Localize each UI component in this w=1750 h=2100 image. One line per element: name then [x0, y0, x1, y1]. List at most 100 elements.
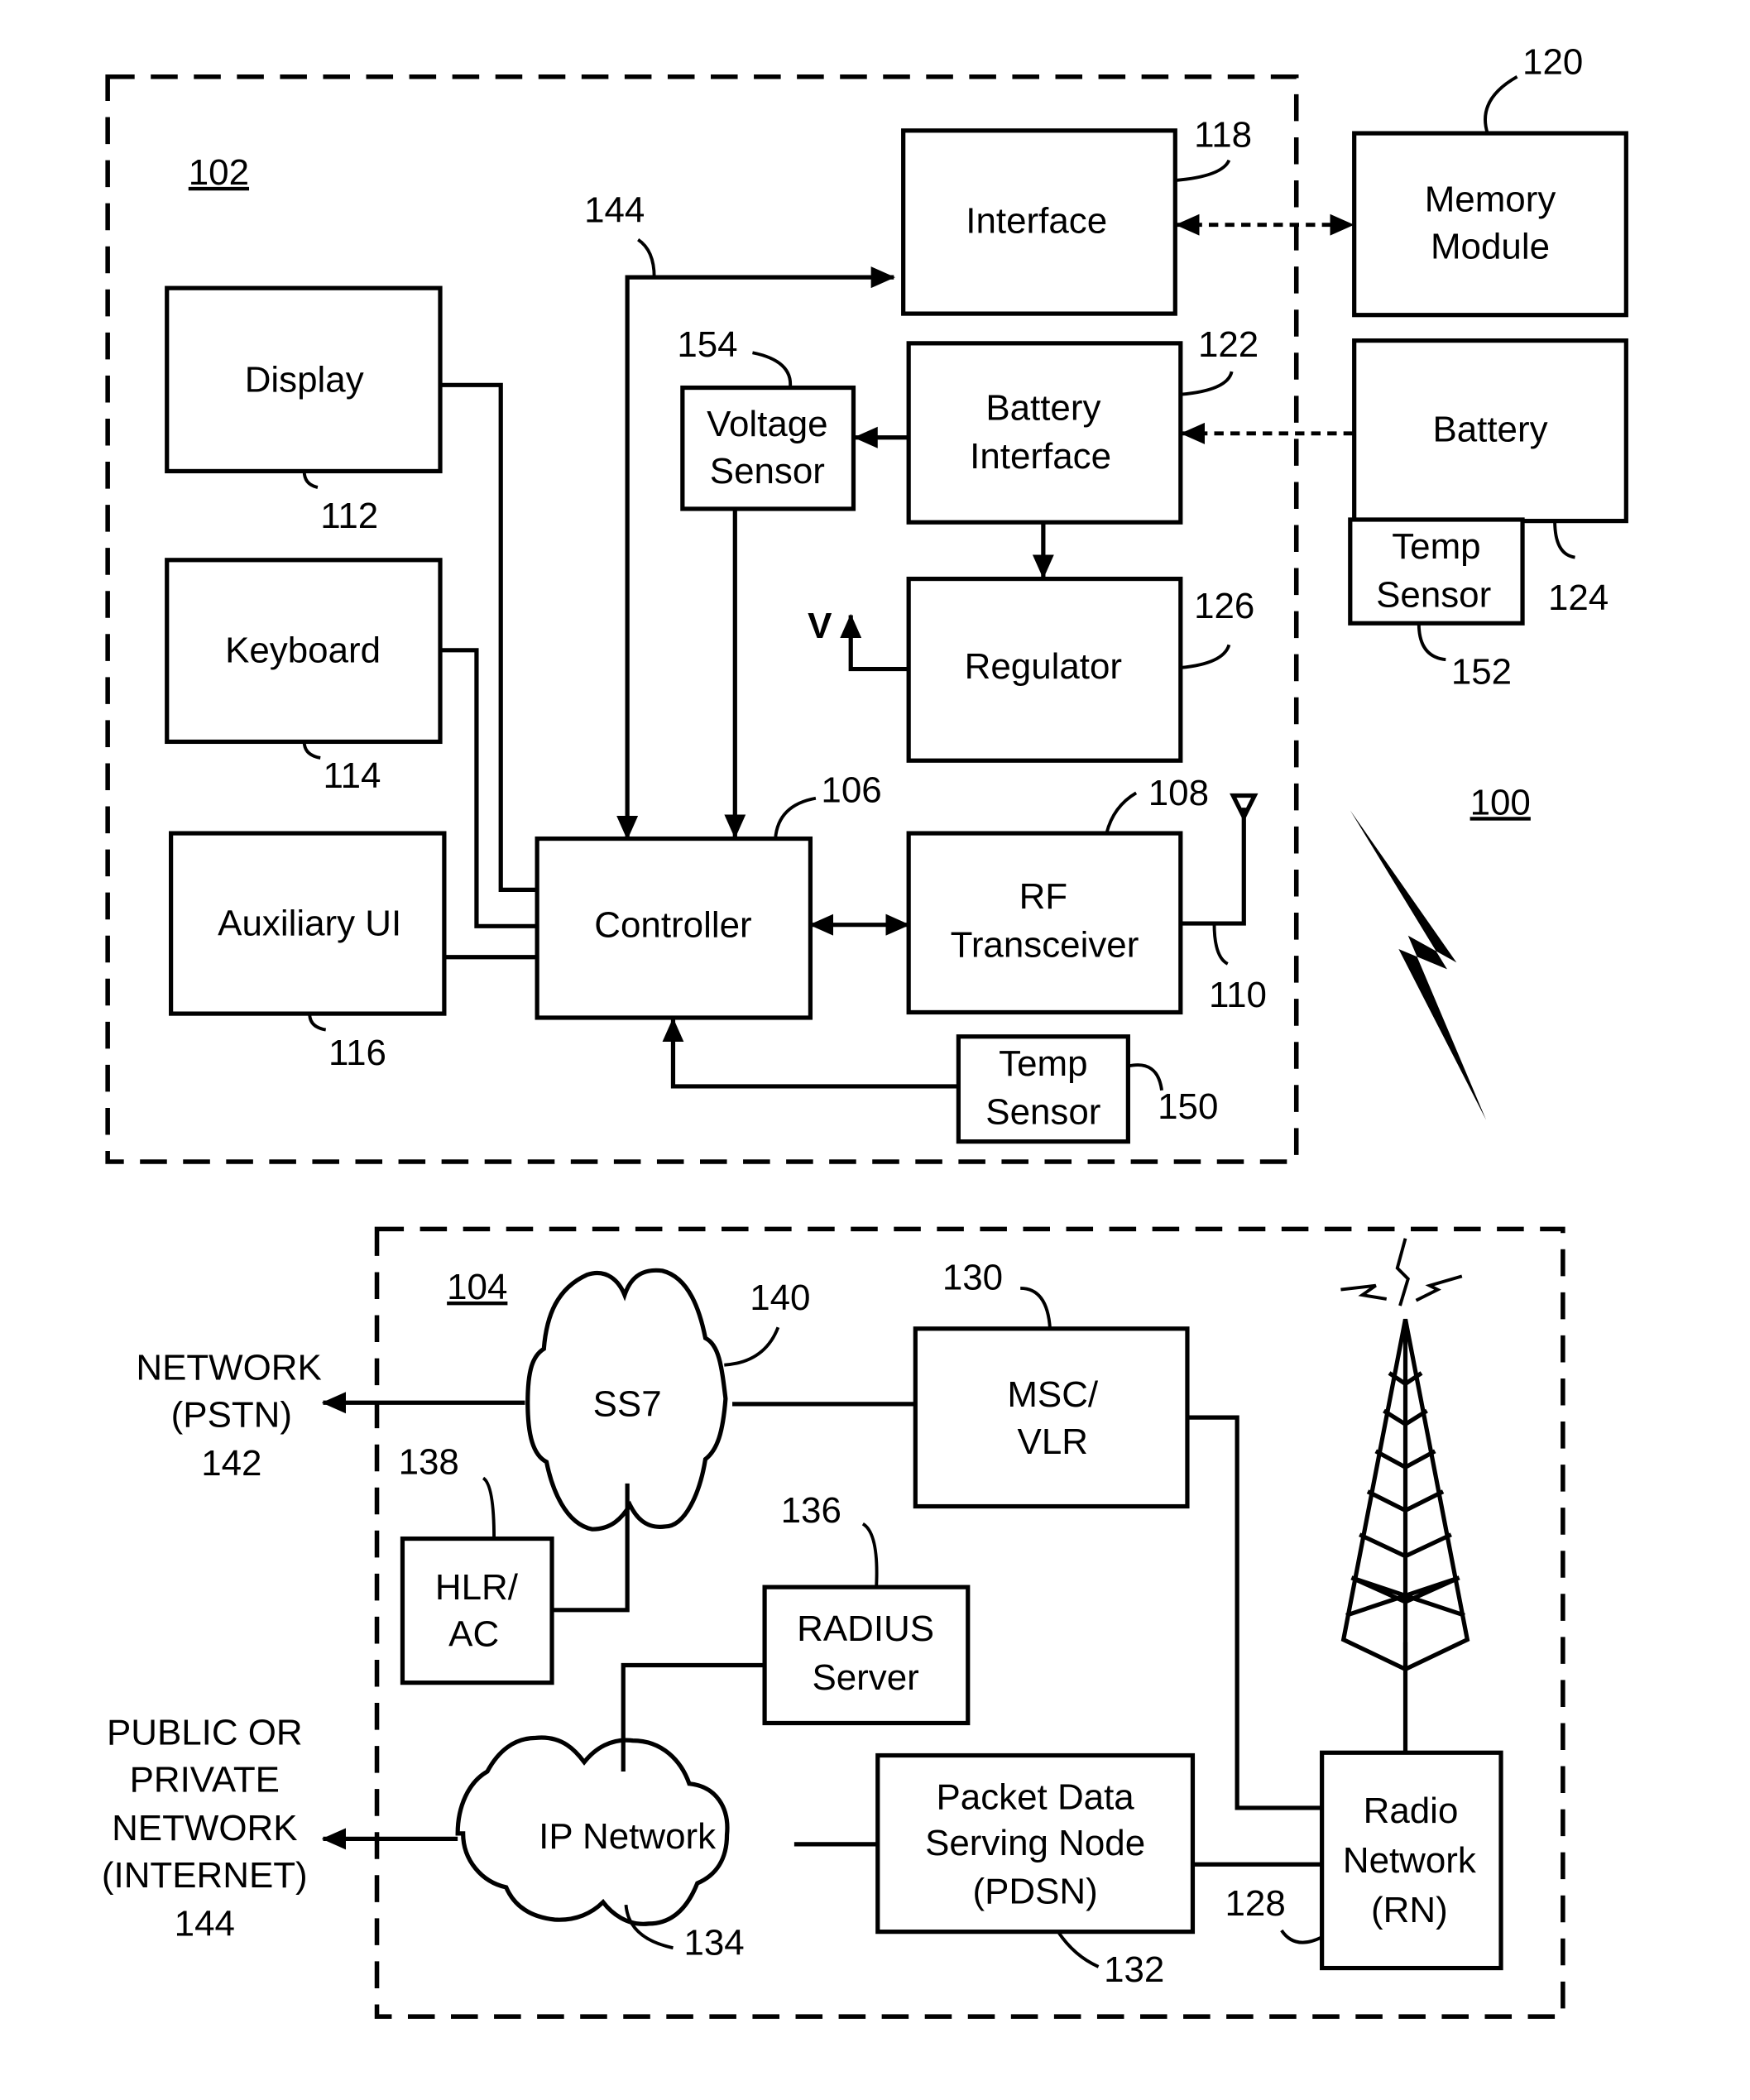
- memory-module-block: Memory Module: [1352, 131, 1628, 318]
- svg-text:Keyboard: Keyboard: [225, 630, 381, 670]
- antenna-ref-leader: [1212, 923, 1229, 966]
- svg-text:Battery: Battery: [1432, 410, 1547, 450]
- keyboard-ref-leader: [302, 741, 321, 760]
- battery-temp-ref-leader: [1417, 623, 1446, 662]
- svg-text:HLR/: HLR/: [435, 1567, 519, 1608]
- interface-block: Interface: [901, 128, 1177, 316]
- svg-text:Transceiver: Transceiver: [951, 925, 1139, 966]
- keyboard-to-controller: [440, 648, 538, 928]
- battery-interface-block: Battery Interface: [906, 341, 1183, 525]
- svg-text:PUBLIC OR: PUBLIC OR: [107, 1712, 303, 1752]
- bus-ref-leader: [637, 237, 656, 278]
- temp-sensor-ref-leader: [1127, 1063, 1163, 1091]
- svg-text:NETWORK: NETWORK: [112, 1808, 297, 1848]
- antenna-ref: 110: [1209, 975, 1267, 1015]
- svg-text:NETWORK: NETWORK: [136, 1348, 321, 1388]
- svg-text:MSC/: MSC/: [1007, 1374, 1099, 1415]
- svg-text:144: 144: [175, 1904, 235, 1944]
- hlr-ref-leader: [482, 1476, 496, 1539]
- svg-text:Server: Server: [812, 1657, 918, 1698]
- block-diagram: 102 Display 112 Keyboard 114 Auxiliary U…: [102, 41, 1628, 2019]
- bus-ref: 144: [584, 189, 645, 230]
- svg-text:Interface: Interface: [966, 200, 1107, 241]
- svg-text:Serving Node: Serving Node: [925, 1823, 1145, 1863]
- radius-ref: 136: [781, 1490, 841, 1531]
- controller-block: Controller: [535, 836, 813, 1020]
- cell-tower-icon: [1340, 1238, 1470, 1753]
- rf-transceiver-ref: 108: [1148, 773, 1209, 813]
- temp-sensor-ref: 150: [1158, 1086, 1218, 1127]
- svg-text:Auxiliary UI: Auxiliary UI: [218, 904, 401, 944]
- svg-text:IP Network: IP Network: [539, 1816, 717, 1857]
- hlr-ac-ref: 138: [399, 1441, 459, 1482]
- ss7-ref: 140: [750, 1278, 810, 1318]
- display-block: Display: [165, 285, 443, 474]
- regulator-ref: 126: [1194, 586, 1254, 626]
- msc-ref-leader: [1020, 1287, 1052, 1329]
- svg-text:Regulator: Regulator: [965, 646, 1122, 687]
- svg-text:SS7: SS7: [593, 1384, 662, 1425]
- svg-text:Voltage: Voltage: [707, 404, 828, 444]
- svg-text:Sensor: Sensor: [710, 451, 825, 491]
- radio-network-ref-leader: [1280, 1929, 1323, 1944]
- regulator-ref-leader: [1180, 644, 1231, 669]
- battery-ref-leader: [1553, 520, 1575, 559]
- svg-text:RF: RF: [1019, 876, 1068, 917]
- msc-vlr-ref: 130: [942, 1258, 1003, 1298]
- svg-text:RADIUS: RADIUS: [797, 1609, 934, 1649]
- svg-text:PRIVATE: PRIVATE: [130, 1759, 280, 1800]
- svg-text:Display: Display: [245, 359, 364, 400]
- pstn-label: NETWORK (PSTN) 142: [136, 1348, 321, 1484]
- msc-to-radio-network: [1187, 1415, 1322, 1810]
- svg-text:Temp: Temp: [999, 1043, 1087, 1084]
- battery-interface-ref: 122: [1198, 324, 1259, 365]
- memory-module-ref: 120: [1522, 41, 1583, 82]
- radius-ref-leader: [861, 1522, 879, 1588]
- rf-ref-leader: [1105, 791, 1138, 834]
- system-ref-label: 100: [1470, 782, 1531, 822]
- svg-text:(PDSN): (PDSN): [972, 1871, 1097, 1911]
- battery-temp-sensor-ref: 152: [1451, 651, 1512, 692]
- svg-text:Network: Network: [1343, 1840, 1477, 1881]
- battery-ref: 124: [1548, 578, 1609, 618]
- radius-server-block: RADIUS Server: [762, 1585, 971, 1726]
- wireless-link-icon: [1350, 810, 1487, 1120]
- auxiliary-ui-block: Auxiliary UI: [169, 831, 447, 1016]
- regulator-block: Regulator: [906, 576, 1183, 763]
- temp-sensor-to-controller: [662, 1017, 959, 1089]
- regulator-output-label: V: [808, 606, 832, 646]
- svg-text:Controller: Controller: [594, 904, 751, 945]
- svg-text:Temp: Temp: [1392, 526, 1480, 567]
- svg-text:Packet Data: Packet Data: [937, 1777, 1135, 1818]
- controller-ref: 106: [821, 770, 881, 811]
- regulator-output-line: [840, 613, 909, 672]
- radio-network-block: Radio Network (RN): [1320, 1750, 1503, 1971]
- svg-text:(RN): (RN): [1371, 1890, 1448, 1930]
- antenna-icon: [1180, 793, 1259, 926]
- svg-text:Module: Module: [1431, 226, 1550, 266]
- keyboard-block: Keyboard: [165, 558, 443, 745]
- controller-ref-leader: [774, 796, 817, 839]
- svg-text:Battery: Battery: [985, 388, 1100, 429]
- network-ref-label: 104: [447, 1267, 507, 1307]
- auxiliary-ui-ref: 116: [328, 1033, 386, 1073]
- svg-text:Sensor: Sensor: [985, 1091, 1100, 1132]
- voltage-sensor-block: Voltage Sensor: [680, 385, 856, 511]
- aux-ref-leader: [308, 1013, 327, 1032]
- voltage-sensor-ref: 154: [677, 324, 737, 365]
- battery-block: Battery: [1352, 338, 1628, 524]
- svg-text:VLR: VLR: [1018, 1422, 1088, 1462]
- pdsn-block: Packet Data Serving Node (PDSN): [875, 1752, 1196, 1935]
- battery-interface-ref-leader: [1180, 371, 1234, 396]
- display-ref: 112: [320, 496, 378, 536]
- keyboard-ref: 114: [323, 755, 381, 796]
- temp-sensor-block: Temp Sensor: [956, 1034, 1130, 1144]
- svg-text:AC: AC: [448, 1614, 499, 1655]
- device-ref-label: 102: [189, 152, 249, 193]
- voltage-ref-leader: [752, 351, 793, 388]
- interface-ref-leader: [1175, 159, 1231, 182]
- svg-text:Sensor: Sensor: [1376, 575, 1491, 616]
- radius-to-ip-network: [621, 1662, 765, 1772]
- ip-network-cloud: IP Network: [455, 1735, 730, 1926]
- pdsn-ref: 132: [1104, 1949, 1164, 1990]
